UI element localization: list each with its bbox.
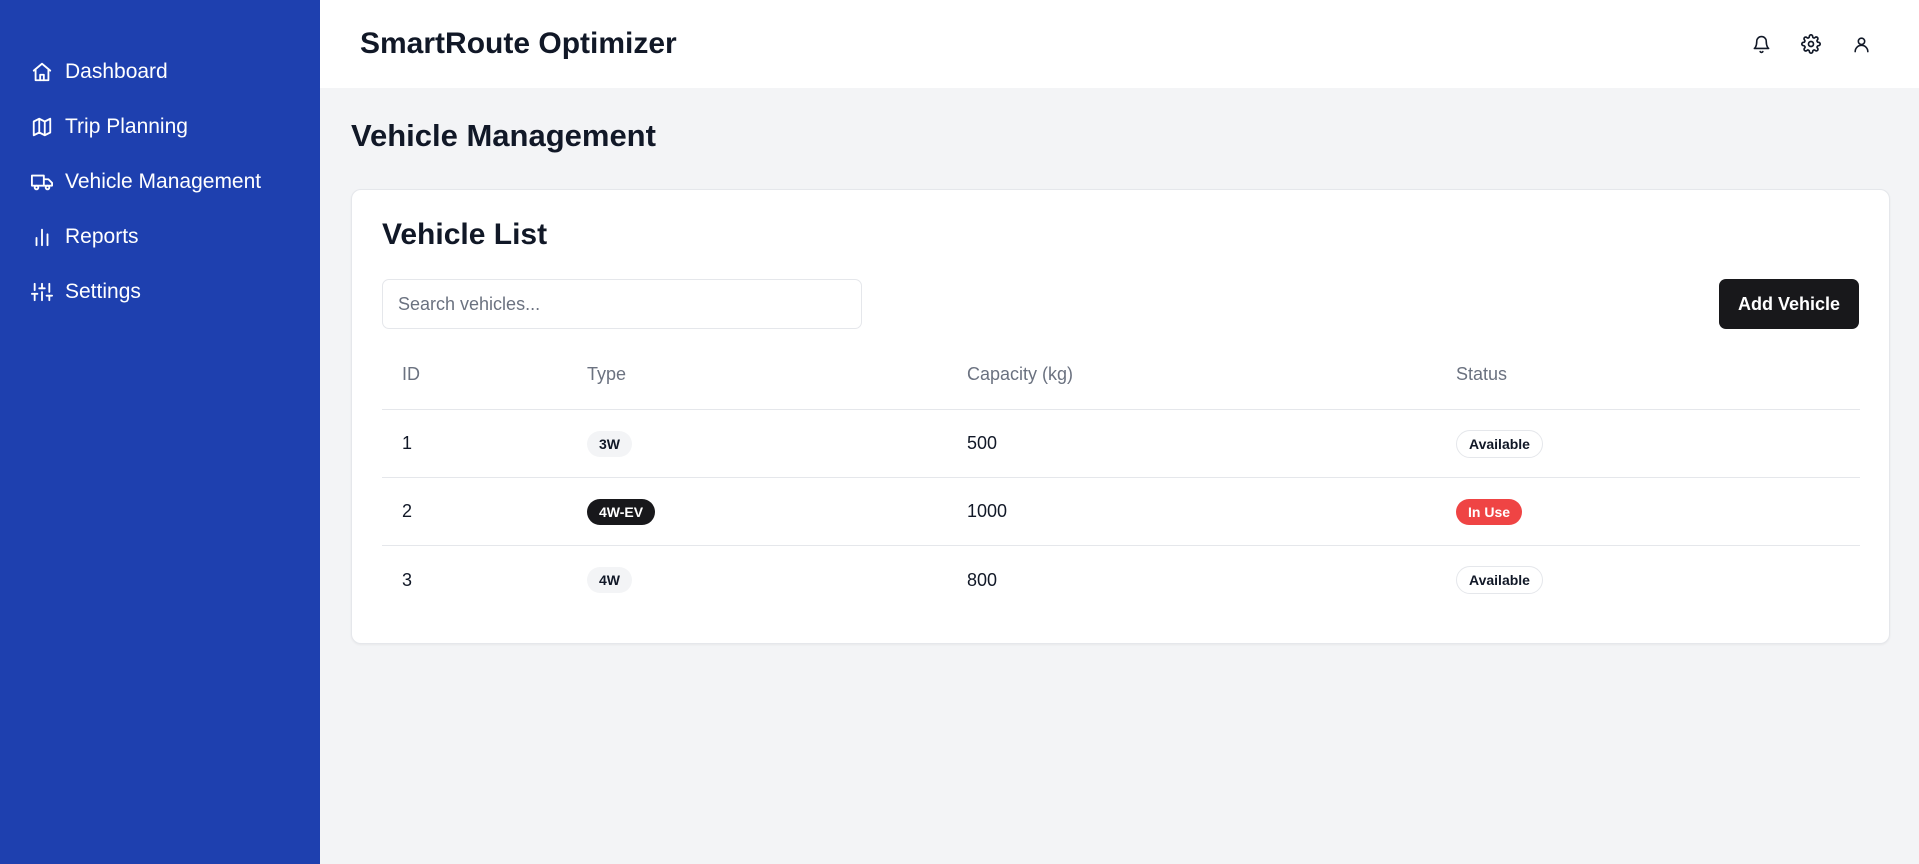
column-header-status: Status <box>1456 364 1508 384</box>
vehicle-type-cell: 4W-EV <box>567 498 947 525</box>
sidebar-item-vehicle-management[interactable]: Vehicle Management <box>0 154 320 209</box>
sidebar-item-reports[interactable]: Reports <box>0 209 320 264</box>
vehicle-list-card: Vehicle List Add Vehicle ID Type Capacit… <box>351 189 1890 644</box>
vehicle-capacity: 800 <box>967 569 998 590</box>
status-badge: In Use <box>1456 498 1523 525</box>
user-icon[interactable] <box>1849 32 1873 56</box>
top-header: SmartRoute Optimizer <box>320 0 1919 88</box>
sidebar-item-label: Dashboard <box>65 59 168 83</box>
header-actions <box>1749 32 1873 56</box>
sidebar-item-label: Settings <box>65 279 141 303</box>
vehicle-type-badge: 3W <box>587 430 632 457</box>
search-input[interactable] <box>382 279 862 329</box>
table-row[interactable]: 2 4W-EV 1000 In Use <box>382 478 1860 546</box>
vehicle-type-badge: 4W <box>587 567 632 593</box>
sliders-icon <box>30 280 54 304</box>
sidebar-item-settings[interactable]: Settings <box>0 264 320 319</box>
map-icon <box>30 115 54 139</box>
vehicle-status-cell: Available <box>1436 429 1860 458</box>
status-badge: Available <box>1456 429 1543 458</box>
home-icon <box>30 60 54 84</box>
vehicle-type-cell: 4W <box>567 567 947 593</box>
table-row[interactable]: 1 3W 500 Available <box>382 410 1860 478</box>
vehicle-id: 1 <box>402 433 413 453</box>
add-vehicle-button[interactable]: Add Vehicle <box>1719 279 1859 329</box>
truck-icon <box>30 170 54 194</box>
sidebar-item-label: Reports <box>65 224 139 248</box>
card-title: Vehicle List <box>382 218 548 251</box>
vehicle-capacity: 1000 <box>967 501 1008 521</box>
sidebar-item-label: Trip Planning <box>65 114 188 138</box>
status-badge: Available <box>1456 566 1543 594</box>
sidebar-item-dashboard[interactable]: Dashboard <box>0 44 320 99</box>
vehicle-id: 2 <box>402 501 413 521</box>
app-title: SmartRoute Optimizer <box>360 27 677 60</box>
vehicle-type-badge: 4W-EV <box>587 498 656 525</box>
table-row[interactable]: 3 4W 800 Available <box>382 546 1860 614</box>
column-header-id: ID <box>402 364 420 384</box>
column-header-capacity: Capacity (kg) <box>967 364 1074 384</box>
vehicle-id: 3 <box>402 569 413 590</box>
sidebar-item-trip-planning[interactable]: Trip Planning <box>0 99 320 154</box>
vehicle-status-cell: In Use <box>1436 498 1860 525</box>
gear-icon[interactable] <box>1799 32 1823 56</box>
table-header: ID Type Capacity (kg) Status <box>382 340 1860 410</box>
vehicle-table: ID Type Capacity (kg) Status 1 3W 500 Av… <box>382 340 1860 614</box>
page-title: Vehicle Management <box>351 118 656 153</box>
sidebar-item-label: Vehicle Management <box>65 169 262 193</box>
vehicle-type-cell: 3W <box>567 430 947 457</box>
sidebar: Dashboard Trip Planning Vehicle Manageme… <box>0 0 320 864</box>
vehicle-status-cell: Available <box>1436 566 1860 594</box>
bar-chart-icon <box>30 225 54 249</box>
vehicle-capacity: 500 <box>967 433 998 453</box>
bell-icon[interactable] <box>1749 32 1773 56</box>
column-header-type: Type <box>587 364 627 384</box>
